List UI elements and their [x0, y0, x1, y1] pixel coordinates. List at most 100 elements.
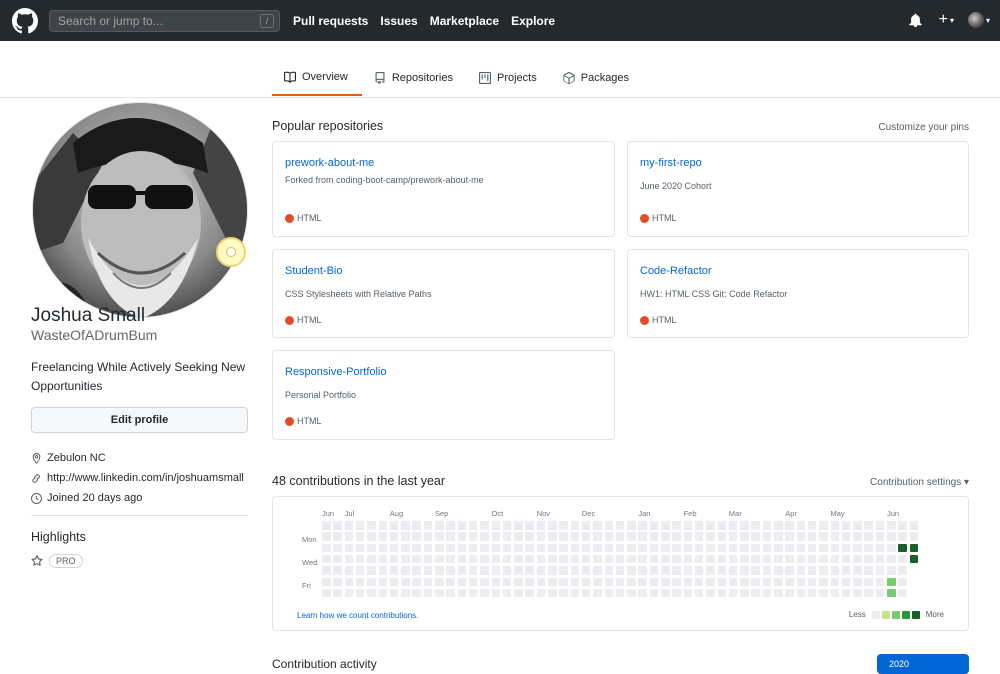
contribution-day[interactable]	[864, 577, 873, 586]
contribution-day[interactable]	[785, 588, 794, 598]
contribution-day[interactable]	[751, 554, 760, 564]
contribution-day[interactable]	[796, 532, 806, 541]
contribution-day[interactable]	[638, 588, 647, 598]
contribution-day[interactable]	[423, 521, 433, 530]
contribution-day[interactable]	[536, 521, 546, 530]
contribution-day[interactable]	[604, 521, 613, 530]
contribution-day[interactable]	[728, 521, 738, 530]
contribution-day[interactable]	[785, 566, 794, 575]
contribution-day[interactable]	[333, 521, 342, 530]
contribution-day[interactable]	[762, 554, 772, 564]
contribution-day[interactable]	[435, 543, 444, 553]
contribution-day[interactable]	[423, 554, 433, 564]
contribution-day[interactable]	[559, 577, 568, 586]
contribution-day[interactable]	[819, 566, 828, 575]
contribution-day[interactable]	[423, 566, 433, 575]
nav-explore[interactable]: Explore	[511, 14, 555, 28]
contribution-day[interactable]	[480, 577, 489, 586]
contribution-day[interactable]	[740, 588, 749, 598]
contribution-day[interactable]	[389, 521, 399, 530]
contribution-day[interactable]	[627, 532, 636, 541]
contribution-day[interactable]	[581, 566, 591, 575]
contribution-day[interactable]	[638, 532, 647, 541]
contribution-day[interactable]	[344, 521, 354, 530]
contribution-day[interactable]	[581, 543, 591, 553]
contribution-day[interactable]	[412, 521, 421, 530]
contribution-day[interactable]	[502, 521, 512, 530]
contribution-day[interactable]	[502, 566, 512, 575]
contribution-day[interactable]	[378, 521, 387, 530]
contribution-day[interactable]	[333, 543, 342, 553]
contribution-day[interactable]	[864, 554, 873, 564]
contribution-day[interactable]	[559, 588, 568, 598]
contribution-day[interactable]	[672, 521, 681, 530]
contribution-day[interactable]	[694, 566, 704, 575]
contribution-day[interactable]	[875, 532, 885, 541]
contribution-day[interactable]	[502, 554, 512, 564]
contribution-day[interactable]	[604, 532, 613, 541]
contribution-day[interactable]	[694, 543, 704, 553]
contribution-day[interactable]	[898, 532, 907, 541]
contribution-day[interactable]	[570, 577, 580, 586]
website-link[interactable]: http://www.linkedin.com/in/joshuamsmall	[47, 472, 244, 484]
year-2020-button[interactable]: 2020	[877, 654, 969, 674]
contribution-day[interactable]	[525, 521, 534, 530]
contribution-day[interactable]	[491, 566, 500, 575]
contribution-day[interactable]	[446, 588, 455, 598]
contribution-day[interactable]	[525, 554, 534, 564]
contribution-day[interactable]	[830, 554, 839, 564]
contribution-day[interactable]	[909, 532, 919, 541]
contribution-day[interactable]	[796, 588, 806, 598]
contribution-day[interactable]	[796, 543, 806, 553]
github-logo-icon[interactable]	[12, 8, 38, 34]
contribution-day[interactable]	[536, 588, 546, 598]
contribution-day[interactable]	[638, 554, 647, 564]
contribution-day[interactable]	[841, 532, 851, 541]
contribution-day[interactable]	[502, 577, 512, 586]
contribution-day[interactable]	[751, 577, 760, 586]
contribution-day[interactable]	[401, 532, 410, 541]
tab-projects[interactable]: Projects	[467, 60, 551, 96]
contribution-day[interactable]	[661, 532, 670, 541]
contribution-day[interactable]	[344, 554, 354, 564]
contribution-day[interactable]	[649, 588, 659, 598]
contribution-day[interactable]	[706, 543, 715, 553]
bell-icon[interactable]	[907, 10, 925, 30]
contribution-day[interactable]	[333, 566, 342, 575]
contribution-day[interactable]	[740, 554, 749, 564]
contribution-day[interactable]	[468, 521, 478, 530]
contribution-day[interactable]	[706, 577, 715, 586]
customize-pins-link[interactable]: Customize your pins	[878, 122, 969, 133]
profile-avatar[interactable]	[32, 102, 248, 318]
repo-link[interactable]: Responsive-Portfolio	[285, 366, 387, 378]
contribution-day[interactable]	[649, 521, 659, 530]
contribution-day[interactable]	[728, 588, 738, 598]
contribution-day[interactable]	[367, 521, 376, 530]
contribution-day[interactable]	[762, 577, 772, 586]
contribution-day[interactable]	[570, 543, 580, 553]
contribution-day[interactable]	[446, 577, 455, 586]
contribution-day[interactable]	[683, 577, 693, 586]
contribution-day[interactable]	[525, 543, 534, 553]
contribution-day[interactable]	[559, 566, 568, 575]
contribution-day[interactable]	[502, 543, 512, 553]
contribution-day[interactable]	[751, 543, 760, 553]
contribution-day[interactable]	[355, 521, 365, 530]
contribution-day[interactable]	[401, 521, 410, 530]
contribution-day[interactable]	[378, 554, 387, 564]
search-input[interactable]: Search or jump to... /	[49, 10, 280, 32]
contribution-day[interactable]	[751, 588, 760, 598]
contribution-day[interactable]	[672, 577, 681, 586]
nav-marketplace[interactable]: Marketplace	[430, 14, 499, 28]
contribution-day[interactable]	[367, 566, 376, 575]
contribution-day[interactable]	[355, 588, 365, 598]
contribution-day[interactable]	[322, 566, 331, 575]
contribution-day[interactable]	[367, 588, 376, 598]
contribution-day[interactable]	[446, 532, 455, 541]
contribution-day[interactable]	[412, 577, 421, 586]
contribution-day[interactable]	[706, 521, 715, 530]
contribution-day[interactable]	[683, 566, 693, 575]
contribution-day[interactable]	[717, 554, 726, 564]
contribution-day[interactable]	[604, 577, 613, 586]
contribution-day[interactable]	[887, 588, 896, 598]
